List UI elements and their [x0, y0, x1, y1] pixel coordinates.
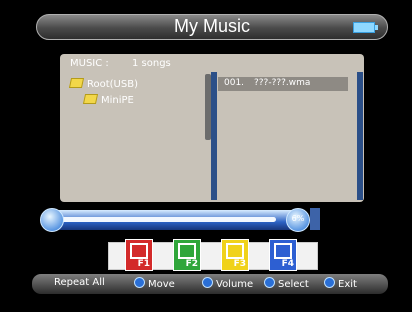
volume-hint: Volume — [202, 277, 253, 290]
f4-icon — [274, 243, 292, 259]
song-count: 1 songs — [132, 58, 171, 69]
folder-icon — [82, 94, 99, 104]
folder-icon — [68, 78, 85, 88]
select-hint: Select — [264, 277, 309, 290]
progress-bar[interactable]: 6% — [40, 208, 310, 232]
f2-label: F2 — [185, 259, 198, 269]
folder-tree[interactable]: Root(USB) MiniPE — [64, 72, 204, 198]
progress-end-marker — [310, 208, 320, 230]
battery-icon — [353, 22, 378, 33]
f3-label: F3 — [233, 259, 246, 269]
exit-hint: Exit — [324, 277, 357, 290]
f2-button[interactable]: F2 — [173, 239, 201, 271]
f3-button[interactable]: F3 — [221, 239, 249, 271]
f1-label: F1 — [137, 259, 150, 269]
status-bar: Repeat All Move Volume Select Exit — [32, 274, 388, 294]
file-row[interactable]: 001. ???-???.wma — [218, 77, 348, 91]
f3-icon — [226, 243, 244, 259]
page-title: My Music — [174, 16, 250, 36]
title-bar: My Music — [36, 14, 388, 40]
music-label: MUSIC : — [70, 58, 109, 69]
function-key-bar: F1 F2 F3 F4 — [108, 239, 318, 271]
tree-item-label: MiniPE — [101, 95, 134, 106]
f1-button[interactable]: F1 — [125, 239, 153, 271]
progress-fill — [58, 217, 276, 222]
leftright-icon — [202, 277, 213, 288]
exit-icon — [324, 277, 335, 288]
f1-icon — [130, 243, 148, 259]
f4-label: F4 — [281, 259, 294, 269]
move-hint: Move — [134, 277, 175, 290]
right-scrollbar[interactable] — [357, 72, 363, 200]
tree-item-root[interactable]: Root(USB) — [68, 78, 138, 90]
file-index: 001. — [224, 78, 245, 88]
panel-divider — [211, 72, 217, 200]
music-header: MUSIC : 1 songs — [60, 56, 364, 71]
progress-knob[interactable]: 6% — [286, 208, 310, 232]
f2-icon — [178, 243, 196, 259]
f4-button[interactable]: F4 — [269, 239, 297, 271]
file-list[interactable]: 001. ???-???.wma — [218, 72, 358, 198]
updown-icon — [134, 277, 145, 288]
ok-icon — [264, 277, 275, 288]
progress-percent: 6% — [291, 214, 305, 223]
repeat-mode[interactable]: Repeat All — [54, 277, 105, 288]
tree-item-minipe[interactable]: MiniPE — [82, 94, 134, 106]
file-name: ???-???.wma — [254, 78, 311, 88]
tree-item-label: Root(USB) — [87, 79, 138, 90]
prev-knob-icon[interactable] — [40, 208, 64, 232]
